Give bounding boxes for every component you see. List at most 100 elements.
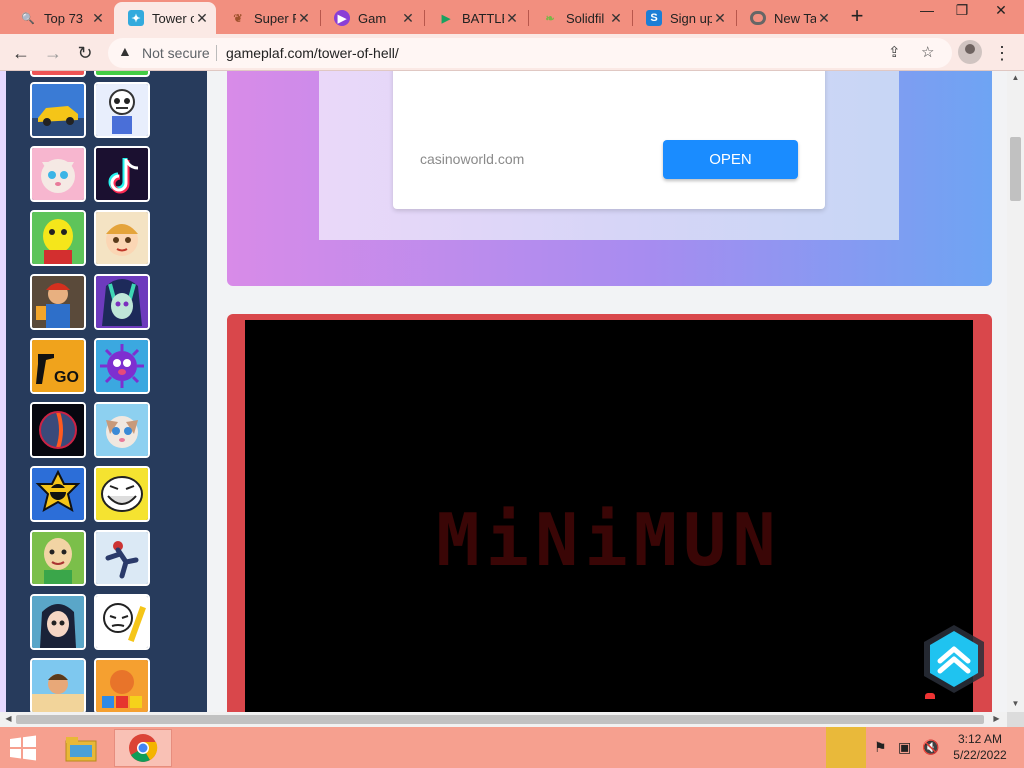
game-thumb-baldi[interactable]	[30, 530, 86, 586]
windows-taskbar: ⚑ ▣ 🔇 3:12 AM 5/22/2022	[0, 727, 1024, 768]
game-thumb-blocks[interactable]	[94, 658, 150, 712]
browser-toolbar: ← → ↻ ▲ Not secure gameplaf.com/tower-of…	[0, 34, 1024, 71]
game-thumb-troll-face[interactable]	[94, 466, 150, 522]
tab-battle[interactable]: ▶ BATTLE ✕	[424, 4, 526, 32]
scroll-down-icon[interactable]: ▼	[1007, 699, 1024, 708]
game-thumb-kitten[interactable]	[94, 402, 150, 458]
menu-dots-icon[interactable]: ⋮	[992, 40, 1012, 66]
play-store-icon: ▶	[441, 12, 451, 25]
game-thumb-brawl-stars[interactable]	[30, 466, 86, 522]
game-thumb-doll[interactable]	[94, 274, 150, 330]
game-thumb[interactable]	[30, 71, 86, 77]
tab-top-73[interactable]: 🔍 Top 73 ✕	[6, 4, 112, 32]
leaf-icon: ❧	[545, 12, 555, 25]
game-thumb-tiktok[interactable]	[94, 146, 150, 202]
scroll-to-top-button[interactable]	[918, 623, 990, 695]
game-thumb-ragdoll[interactable]	[94, 530, 150, 586]
search-icon: 🔍	[21, 12, 35, 25]
scroll-right-icon[interactable]: ▶	[988, 714, 1005, 723]
reload-icon[interactable]: ↻	[72, 40, 98, 66]
close-icon[interactable]: ✕	[504, 10, 520, 27]
game-sidebar: GO	[6, 71, 207, 712]
restore-icon[interactable]: ❐	[945, 0, 979, 22]
game-thumb[interactable]	[94, 71, 150, 77]
profile-avatar[interactable]	[958, 40, 982, 64]
scroll-left-icon[interactable]: ◀	[0, 714, 17, 723]
window-close-icon[interactable]: ✕	[984, 0, 1018, 22]
flag-icon[interactable]: ⚑	[874, 739, 887, 756]
chrome-taskbar-button[interactable]	[114, 729, 172, 767]
ad-domain[interactable]: casinoworld.com	[420, 151, 524, 167]
tab-sign-up[interactable]: S Sign up ✕	[632, 4, 734, 32]
tab-game[interactable]: ▶ Gam ✕	[320, 4, 422, 32]
game-thumb-skeleton[interactable]	[94, 82, 150, 138]
url-text[interactable]: gameplaf.com/tower-of-hell/	[226, 45, 399, 61]
close-icon[interactable]: ✕	[90, 10, 106, 27]
game-thumb-beach[interactable]	[30, 658, 86, 712]
close-icon[interactable]: ✕	[816, 10, 832, 27]
omnibox-separator	[216, 45, 217, 61]
speaker-muted-icon[interactable]: 🔇	[922, 739, 939, 756]
scroll-up-icon[interactable]: ▲	[1007, 73, 1024, 82]
tab-solidfil[interactable]: ❧ Solidfil ✕	[528, 4, 630, 32]
tab-title: Super F	[254, 10, 296, 26]
warning-icon[interactable]: ▲	[118, 43, 132, 59]
tab-title: Sign up	[670, 10, 712, 26]
horizontal-scrollbar[interactable]: ◀ ▶	[0, 712, 1007, 727]
tab-title: Top 73	[44, 10, 84, 26]
ad-open-button[interactable]: OPEN	[663, 140, 798, 179]
tab-strip: 🔍 Top 73 ✕ ✦ Tower o ✕ ❦ Super F ✕ ▶ Gam…	[0, 0, 1024, 34]
address-bar[interactable]: ▲ Not secure gameplaf.com/tower-of-hell/…	[108, 38, 952, 68]
game-thumb-baby[interactable]	[94, 210, 150, 266]
share-icon[interactable]: ⇪	[888, 43, 901, 61]
new-tab-button[interactable]: +	[846, 5, 868, 29]
game-thumb-cat[interactable]	[30, 146, 86, 202]
close-icon[interactable]: ✕	[194, 10, 210, 27]
game-thumb-yellow-character[interactable]	[30, 210, 86, 266]
game-thumb-counter-strike[interactable]: GO	[30, 338, 86, 394]
ad-card[interactable]: casinoworld.com OPEN	[393, 71, 825, 209]
windows-start-icon[interactable]	[8, 735, 38, 761]
minimize-icon[interactable]: —	[910, 0, 944, 22]
forward-icon[interactable]: →	[40, 40, 66, 66]
ad-inner-panel: casinoworld.com OPEN	[319, 71, 899, 240]
s-icon: S	[646, 10, 662, 26]
svg-text:GO: GO	[54, 369, 79, 386]
chrome-icon	[750, 11, 766, 25]
tab-title: Gam	[358, 10, 387, 26]
close-icon[interactable]: ✕	[608, 10, 624, 27]
game-thumb-virus[interactable]	[94, 338, 150, 394]
system-clock[interactable]: 3:12 AM 5/22/2022	[950, 731, 1010, 763]
security-label[interactable]: Not secure	[142, 45, 210, 61]
game-canvas[interactable]: MiNiMUN	[245, 320, 973, 712]
clock-time: 3:12 AM	[957, 732, 1003, 746]
vertical-scroll-thumb[interactable]	[1010, 137, 1021, 201]
game-thumb-girl[interactable]	[30, 594, 86, 650]
bookmark-star-icon[interactable]: ☆	[921, 43, 934, 61]
horizontal-scroll-thumb[interactable]	[16, 715, 984, 724]
tab-tower-of-hell[interactable]: ✦ Tower o ✕	[114, 2, 216, 34]
game-thumb-subway[interactable]	[30, 274, 86, 330]
game-thumb-stickman[interactable]	[94, 594, 150, 650]
tab-new-tab[interactable]: New Ta ✕	[736, 4, 838, 32]
game-thumb-car[interactable]	[30, 82, 86, 138]
close-icon[interactable]: ✕	[296, 10, 312, 27]
game-icon: ✦	[128, 10, 144, 26]
page-viewport: GO casinoworld.com OPEN MiNiMUN	[0, 71, 1007, 712]
game-thumb-planet[interactable]	[30, 402, 86, 458]
close-icon[interactable]: ✕	[400, 10, 416, 27]
file-explorer-icon[interactable]	[64, 733, 98, 763]
game-title-logo: MiNiMUN	[436, 498, 782, 582]
vertical-scrollbar[interactable]: ▲ ▼	[1007, 71, 1024, 712]
close-icon[interactable]: ✕	[712, 10, 728, 27]
bird-icon: ❦	[233, 12, 243, 25]
chrome-icon	[129, 734, 158, 762]
back-icon[interactable]: ←	[8, 40, 34, 66]
scrollbar-corner	[1007, 712, 1024, 727]
tab-title: New Ta	[774, 10, 816, 26]
tab-title: Tower o	[152, 10, 194, 26]
network-icon[interactable]: ▣	[898, 739, 911, 756]
tab-super[interactable]: ❦ Super F ✕	[216, 4, 318, 32]
clock-date: 5/22/2022	[953, 748, 1007, 762]
ad-banner: casinoworld.com OPEN	[227, 71, 992, 286]
